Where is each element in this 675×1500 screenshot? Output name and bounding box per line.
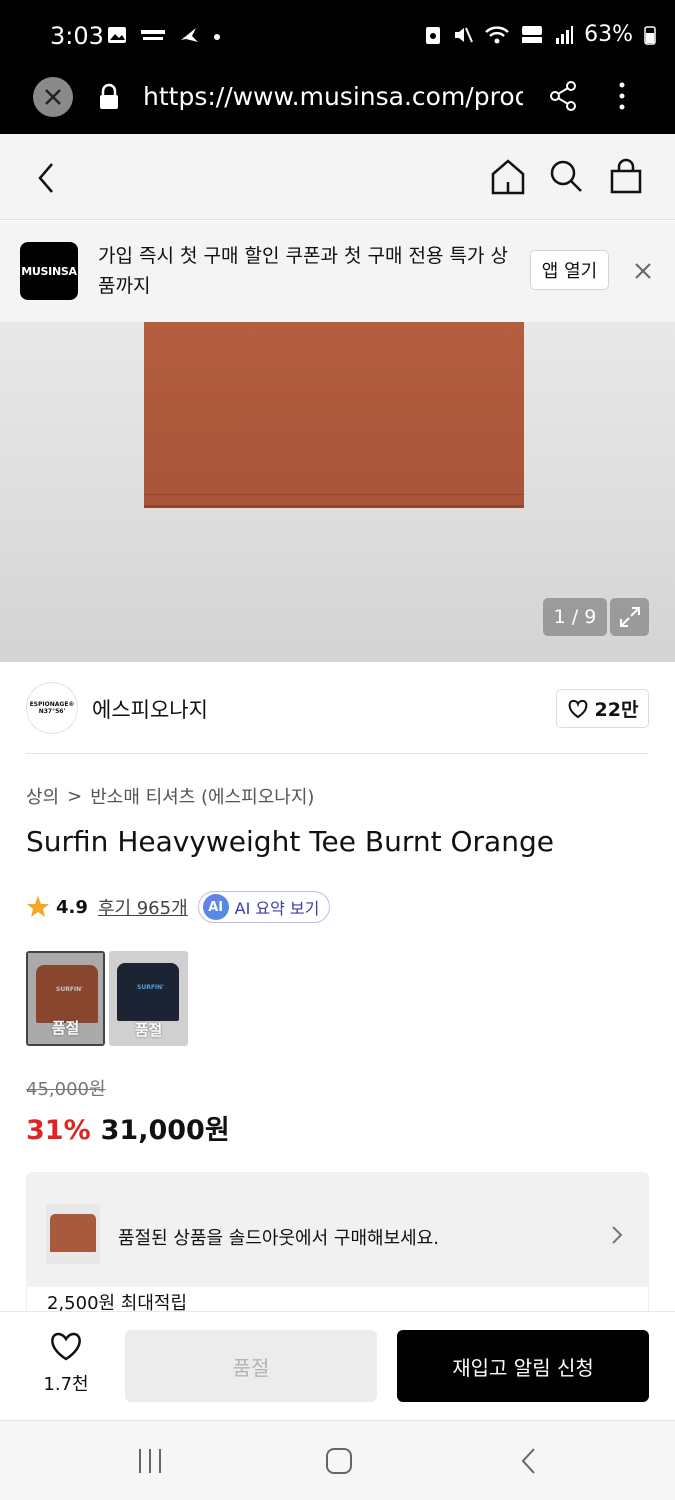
star-icon [27,896,49,917]
review-count-link[interactable]: 후기 965개 [98,894,188,920]
swatch-tee-text: SURFIN' [137,984,165,991]
points-info: 2,500원 최대적립 [26,1287,649,1314]
product-image [144,322,524,508]
sale-price: 31,000원 [100,1115,230,1146]
screen: 3:03 63% https://www.musinsa.com/produ M… [0,0,675,1500]
dot-icon [214,34,220,40]
brand-logo[interactable]: ESPIONAGE® N37°56' [26,682,78,734]
rating-score: 4.9 [56,896,88,918]
swatch-soldout-label: 품절 [51,1019,80,1037]
color-option-burnt-orange[interactable]: SURFIN' 품절 [26,951,105,1046]
signal-icon [556,25,574,44]
breadcrumb: 상의 > 반소매 티셔츠 (에스피오나지) [26,783,314,809]
ai-summary-label: AI 요약 보기 [234,899,320,918]
lock-icon [100,83,118,109]
breadcrumb-subcategory[interactable]: 반소매 티셔츠 (에스피오나지) [90,783,314,809]
home-icon[interactable] [490,158,526,196]
url-text[interactable]: https://www.musinsa.com/produ [143,82,523,111]
soldout-notice[interactable]: 품절된 상품을 솔드아웃에서 구매해보세요. [26,1172,649,1287]
status-time: 3:03 [50,22,104,50]
brand-row: ESPIONAGE® N37°56' 에스피오나지 22만 [0,662,675,754]
app-header [0,134,675,220]
expand-icon [619,607,640,627]
heart-icon [51,1332,81,1361]
ai-summary-button[interactable]: AI AI 요약 보기 [197,891,331,923]
wishlist-count: 1.7천 [43,1374,89,1395]
product-image-gallery[interactable]: 1 / 9 [0,322,675,662]
original-price: 45,000원 [26,1079,106,1100]
shopping-bag-icon[interactable] [608,158,644,196]
chevron-right-icon [612,1226,623,1244]
ai-badge-icon: AI [202,894,229,920]
expand-image-button[interactable] [610,598,649,636]
recents-icon[interactable] [136,1447,164,1475]
battery-saver-icon [426,26,441,44]
image-icon [108,27,126,43]
browser-url-bar: https://www.musinsa.com/produ [0,72,675,134]
wishlist-button[interactable]: 1.7천 [26,1332,106,1396]
battery-percent: 63% [584,22,633,47]
color-option-navy[interactable]: SURFIN' 품절 [109,951,188,1046]
soldout-thumbnail [46,1204,100,1264]
search-icon[interactable] [548,158,584,196]
share-icon[interactable] [548,80,578,112]
status-bar: 3:03 63% [0,0,675,72]
product-title: Surfin Heavyweight Tee Burnt Orange [26,825,554,858]
musinsa-logo: MUSINSA [20,242,78,300]
restock-notify-button[interactable]: 재입고 알림 신청 [397,1330,649,1402]
swatch-soldout-label: 품절 [134,1021,163,1039]
price-row: 31% 31,000원 [26,1108,230,1147]
color-options: SURFIN' 품절 SURFIN' 품절 [26,951,188,1046]
discount-rate: 31% [26,1115,91,1146]
open-app-button[interactable]: 앱 열기 [530,250,609,290]
close-icon [45,89,61,105]
close-tab-button[interactable] [33,77,73,117]
breadcrumb-separator: > [67,785,83,807]
notification-icons [106,24,222,46]
brand-like-count: 22만 [594,699,639,721]
nike-icon [181,28,198,42]
soldout-button: 품절 [125,1330,377,1402]
bottom-action-bar: 1.7천 품절 재입고 알림 신청 [0,1311,675,1420]
brand-like-button[interactable]: 22만 [556,689,649,728]
heart-icon [568,699,587,718]
image-counter: 1 / 9 [543,598,607,636]
system-nav-bar [0,1420,675,1500]
rating-row: 4.9 후기 965개 AI AI 요약 보기 [26,891,331,923]
soldout-message: 품절된 상품을 솔드아웃에서 구매해보세요. [118,1228,439,1249]
more-options-icon[interactable] [610,80,634,112]
breadcrumb-category[interactable]: 상의 [26,783,59,809]
battery-icon [644,25,656,45]
brand-name[interactable]: 에스피오나지 [92,694,208,724]
close-banner-icon[interactable] [633,261,653,281]
back-icon[interactable] [30,160,62,196]
hd-voice-icon [522,25,543,43]
back-button-icon[interactable] [518,1447,540,1475]
promo-message: 가입 즉시 첫 구매 할인 쿠폰과 첫 구매 전용 특가 상품까지 [98,245,508,297]
kasina-icon [141,30,165,40]
swatch-tee [117,963,179,1021]
system-icons: 63% [424,22,657,47]
wifi-icon [485,25,509,43]
mute-icon [455,27,474,42]
divider [26,753,649,754]
app-promo-banner: MUSINSA 가입 즉시 첫 구매 할인 쿠폰과 첫 구매 전용 특가 상품까… [0,221,675,322]
home-button-icon[interactable] [325,1447,353,1475]
